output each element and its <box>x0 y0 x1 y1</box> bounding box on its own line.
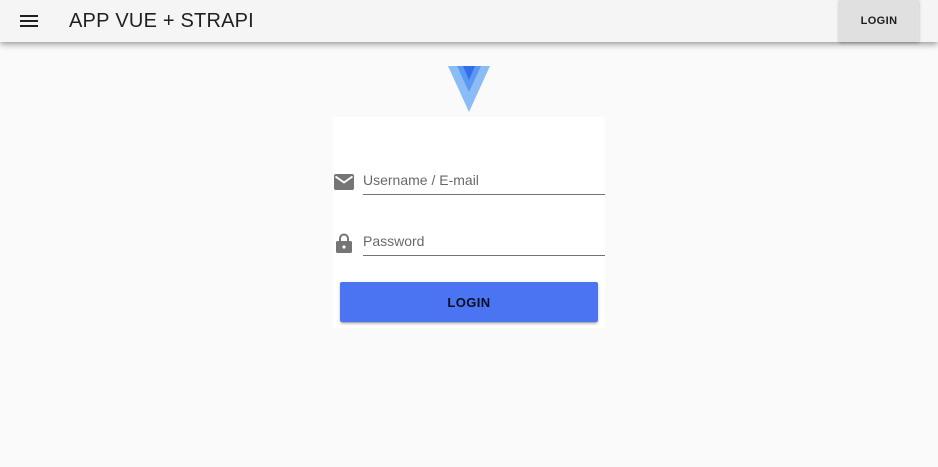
login-card: LOGIN <box>333 117 605 328</box>
username-input[interactable] <box>363 167 605 195</box>
vue-logo-icon <box>448 66 490 112</box>
hamburger-menu-icon <box>20 15 38 27</box>
email-icon <box>333 171 355 193</box>
password-field <box>333 222 605 262</box>
app-title-light: VUE + STRAPI <box>109 10 254 32</box>
username-field <box>333 161 605 201</box>
app-title-strong: APP <box>69 10 110 32</box>
login-submit-button[interactable]: LOGIN <box>340 282 598 322</box>
app-toolbar: APP VUE + STRAPI LOGIN <box>0 0 938 42</box>
toolbar-login-button[interactable]: LOGIN <box>839 0 919 42</box>
lock-icon <box>333 232 355 254</box>
password-input[interactable] <box>363 228 605 256</box>
menu-button[interactable] <box>14 8 44 34</box>
app-title: APP VUE + STRAPI <box>69 8 254 34</box>
